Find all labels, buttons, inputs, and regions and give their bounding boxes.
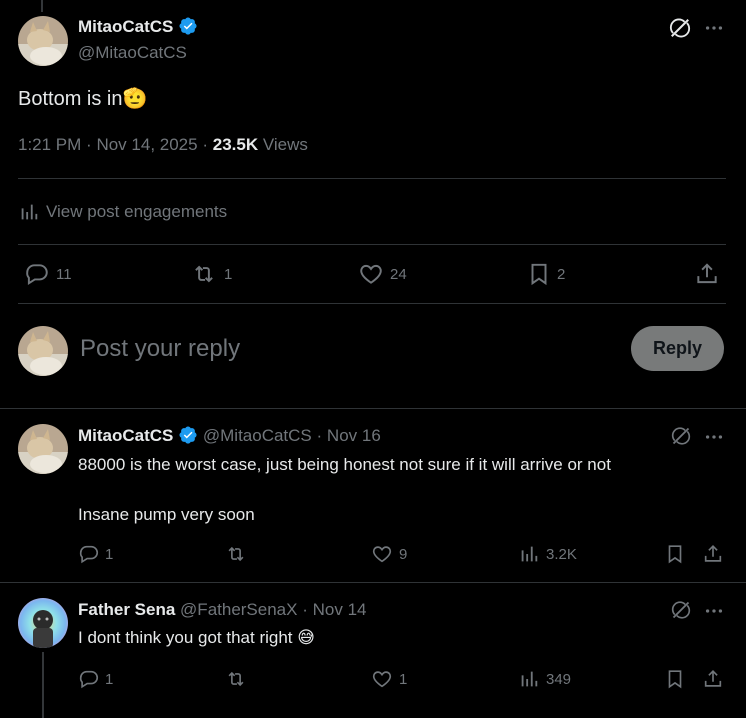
bookmark-count: 2 <box>557 266 566 283</box>
reply-text-line2: Insane pump very soon <box>78 505 255 524</box>
post-date[interactable]: Nov 14, 2025 <box>96 135 197 154</box>
repost-icon[interactable] <box>224 668 248 690</box>
engagements-label: View post engagements <box>46 202 228 221</box>
reply-avatar[interactable] <box>18 598 68 648</box>
divider <box>0 582 746 583</box>
reply-count: 1 <box>105 671 114 688</box>
like-icon[interactable] <box>371 543 393 565</box>
handle[interactable]: @MitaoCatCS <box>203 426 312 445</box>
reply-date[interactable]: Nov 16 <box>327 426 381 445</box>
like-icon[interactable] <box>358 261 384 287</box>
repost-count: 1 <box>224 266 233 283</box>
more-icon[interactable] <box>703 426 725 448</box>
emoji-sweat-smile: 😅 <box>297 628 315 647</box>
composer-avatar[interactable] <box>18 326 68 376</box>
more-icon[interactable] <box>703 600 725 622</box>
grok-icon[interactable] <box>671 426 691 446</box>
author-line: MitaoCatCS <box>78 17 198 37</box>
reply-input[interactable]: Post your reply <box>80 335 240 363</box>
bookmark-icon[interactable] <box>664 668 686 690</box>
reply-text-body: I dont think you got that right <box>78 628 293 647</box>
share-icon[interactable] <box>702 543 724 565</box>
like-icon[interactable] <box>371 668 393 690</box>
bookmark-icon[interactable] <box>664 543 686 565</box>
reply-text-line1: 88000 is the worst case, just being hone… <box>78 455 611 474</box>
avatar[interactable] <box>18 16 68 66</box>
reply-author-line: Father Sena @FatherSenaX · Nov 14 <box>78 600 367 619</box>
reply-icon[interactable] <box>78 668 100 690</box>
thread-line-top <box>41 0 43 12</box>
display-name[interactable]: Father Sena <box>78 600 175 619</box>
like-count: 9 <box>399 546 408 563</box>
more-icon[interactable] <box>703 17 725 39</box>
divider <box>0 408 746 409</box>
share-icon[interactable] <box>702 668 724 690</box>
reply-icon[interactable] <box>78 543 100 565</box>
handle[interactable]: @MitaoCatCS <box>78 43 187 63</box>
post-time[interactable]: 1:21 PM <box>18 135 81 154</box>
emoji-salute: 🫡 <box>122 88 148 110</box>
divider <box>18 244 726 245</box>
thread-line <box>42 652 44 718</box>
handle[interactable]: @FatherSenaX <box>180 600 297 619</box>
reply-count: 11 <box>56 266 72 283</box>
like-count: 1 <box>399 671 408 688</box>
reply-text: I dont think you got that right 😅 <box>78 628 315 648</box>
grok-icon[interactable] <box>669 17 691 39</box>
analytics-icon[interactable] <box>518 543 540 565</box>
analytics-icon[interactable] <box>518 668 540 690</box>
like-count: 24 <box>390 266 407 283</box>
verified-badge-icon <box>179 426 197 444</box>
display-name[interactable]: MitaoCatCS <box>78 17 173 36</box>
verified-badge-icon <box>179 17 197 35</box>
timestamp-row: 1:21 PM · Nov 14, 2025 · 23.5K Views <box>18 135 308 154</box>
view-engagements-link[interactable]: View post engagements <box>18 201 227 223</box>
views-count: 23.5K <box>212 135 259 154</box>
repost-icon[interactable] <box>224 543 248 565</box>
reply-button[interactable]: Reply <box>631 326 724 371</box>
reply-author-line: MitaoCatCS @MitaoCatCS · Nov 16 <box>78 426 381 445</box>
reply-icon[interactable] <box>24 261 50 287</box>
display-name[interactable]: MitaoCatCS <box>78 426 173 445</box>
reply-avatar[interactable] <box>18 424 68 474</box>
views-label: Views <box>262 135 308 154</box>
share-icon[interactable] <box>694 261 720 287</box>
grok-icon[interactable] <box>671 600 691 620</box>
post-text-body: Bottom is in <box>18 88 123 110</box>
views-count: 349 <box>546 671 572 688</box>
views-count: 3.2K <box>546 546 577 563</box>
bookmark-icon[interactable] <box>526 261 552 287</box>
reply-count: 1 <box>105 546 114 563</box>
analytics-icon <box>21 204 38 220</box>
reply-date[interactable]: Nov 14 <box>313 600 367 619</box>
divider <box>18 303 726 304</box>
repost-icon[interactable] <box>190 261 218 287</box>
post-text: Bottom is in🫡 <box>18 86 147 111</box>
divider <box>18 178 726 179</box>
